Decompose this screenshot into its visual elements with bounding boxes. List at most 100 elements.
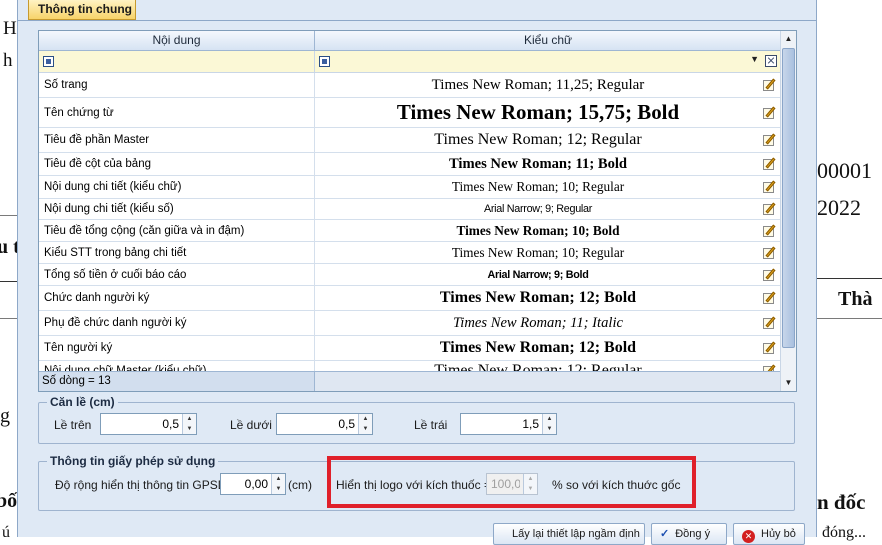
grid-row[interactable]: Nội dung chữ Master (kiểu chữ) Times New …: [39, 361, 781, 371]
grid-row[interactable]: Tiêu đề phần Master Times New Roman; 12; …: [39, 128, 781, 153]
edit-font-icon[interactable]: [763, 133, 778, 147]
status-bar-empty: [315, 372, 781, 391]
reset-defaults-button[interactable]: Lấy lại thiết lập ngầm định: [493, 523, 645, 545]
grid-row[interactable]: Nội dung chi tiết (kiểu chữ) Times New Ro…: [39, 176, 781, 199]
font-sample: Arial Narrow; 9; Bold: [487, 268, 589, 281]
row-font-cell[interactable]: Times New Roman; 11,25; Regular: [315, 73, 781, 97]
grid-status-bar: Số dòng = 13: [39, 371, 781, 391]
edit-font-icon[interactable]: [763, 180, 778, 194]
column-header-content[interactable]: Nội dung: [39, 31, 315, 50]
background-text-bo: bố: [0, 490, 18, 512]
grid-row[interactable]: Chức danh người ký Times New Roman; 12; B…: [39, 286, 781, 311]
edit-font-icon[interactable]: [763, 78, 778, 92]
background-divider: [0, 215, 17, 216]
edit-font-icon[interactable]: [763, 105, 778, 120]
edit-font-icon[interactable]: [763, 223, 778, 238]
edit-font-icon[interactable]: [763, 202, 778, 216]
edit-font-icon[interactable]: [763, 157, 778, 171]
background-text-number: 00001: [817, 158, 872, 183]
spin-down-icon[interactable]: ▼: [272, 484, 285, 494]
scroll-up-icon[interactable]: ▲: [781, 31, 796, 47]
row-font-cell[interactable]: Times New Roman; 10; Bold: [315, 220, 781, 241]
row-font-cell[interactable]: Times New Roman; 11; Bold: [315, 153, 781, 175]
font-sample: Times New Roman; 15,75; Bold: [396, 100, 680, 124]
spin-down-icon[interactable]: ▼: [543, 424, 556, 434]
row-label: Tiêu đề tổng cộng (căn giữa và in đậm): [39, 220, 315, 241]
filter-icon[interactable]: [43, 56, 54, 67]
row-font-cell[interactable]: Times New Roman; 12; Regular: [315, 128, 781, 152]
row-font-cell[interactable]: Times New Roman; 10; Regular: [315, 176, 781, 198]
font-sample: Times New Roman; 12; Regular: [434, 131, 642, 148]
grid-row[interactable]: Tiêu đề tổng cộng (căn giữa và in đậm) Ti…: [39, 220, 781, 242]
bottom-margin-input[interactable]: [277, 414, 359, 434]
edit-font-icon[interactable]: [763, 245, 778, 260]
spin-up-icon[interactable]: ▲: [183, 414, 196, 424]
edit-font-icon[interactable]: [763, 267, 778, 282]
license-group-title: Thông tin giấy phép sử dụng: [47, 454, 219, 468]
row-label: Nội dung chữ Master (kiểu chữ): [39, 361, 315, 371]
spin-up-icon[interactable]: ▲: [359, 414, 372, 424]
grid-row[interactable]: Kiểu STT trong bảng chi tiết Times New Ro…: [39, 242, 781, 264]
grid-row[interactable]: Phụ đề chức danh người ký Times New Roman…: [39, 311, 781, 336]
filter-cell-font[interactable]: ▼: [315, 51, 781, 72]
spin-up-icon[interactable]: ▲: [272, 474, 285, 484]
grid-row[interactable]: Tên chứng từ Times New Roman; 15,75; Bold: [39, 98, 781, 128]
row-font-cell[interactable]: Times New Roman; 12; Regular: [315, 361, 781, 371]
row-label: Chức danh người ký: [39, 286, 315, 310]
font-settings-grid: Nội dung Kiểu chữ ▼ Số trang Times New Ro…: [38, 30, 797, 392]
highlight-box: [327, 456, 696, 508]
row-font-cell[interactable]: Arial Narrow; 9; Bold: [315, 264, 781, 285]
background-text-h: H: [3, 18, 17, 39]
row-label: Tiêu đề cột của bảng: [39, 153, 315, 175]
font-sample: Times New Roman; 10; Regular: [451, 244, 625, 260]
font-sample: Times New Roman; 11; Bold: [448, 155, 628, 172]
row-label: Phụ đề chức danh người ký: [39, 311, 315, 335]
edit-font-icon[interactable]: [763, 291, 778, 305]
left-margin-input[interactable]: [461, 414, 543, 434]
grid-row[interactable]: Tổng số tiền ở cuối báo cáo Arial Narrow;…: [39, 264, 781, 286]
row-label: Kiểu STT trong bảng chi tiết: [39, 242, 315, 263]
license-width-stepper[interactable]: ▲▼: [220, 473, 286, 495]
row-label: Tổng số tiền ở cuối báo cáo: [39, 264, 315, 285]
grid-row[interactable]: Tiêu đề cột của bảng Times New Roman; 11;…: [39, 153, 781, 176]
edit-font-icon[interactable]: [763, 316, 778, 330]
scrollbar-thumb[interactable]: [782, 48, 795, 348]
filter-icon[interactable]: [319, 56, 330, 67]
font-sample: Times New Roman; 12; Regular: [434, 361, 642, 372]
spin-down-icon[interactable]: ▼: [183, 424, 196, 434]
spin-up-icon[interactable]: ▲: [543, 414, 556, 424]
background-divider: [0, 281, 17, 282]
background-text-doc: n đốc: [817, 490, 866, 514]
vertical-scrollbar[interactable]: ▲ ▼: [780, 31, 796, 391]
grid-row[interactable]: Tên người ký Times New Roman; 12; Bold: [39, 336, 781, 361]
edit-font-icon[interactable]: [763, 363, 778, 371]
filter-cell-content[interactable]: [39, 51, 315, 72]
background-text-dong: đóng...: [822, 524, 866, 541]
filter-dropdown-icon[interactable]: ▼: [750, 54, 759, 64]
tab-general-info[interactable]: Thông tin chung: [28, 0, 136, 20]
ok-button[interactable]: ✓ Đồng ý: [651, 523, 727, 545]
background-text-u2: ú: [2, 524, 10, 541]
clear-filter-icon[interactable]: [765, 55, 777, 67]
grid-row[interactable]: Số trang Times New Roman; 11,25; Regular: [39, 73, 781, 98]
column-header-font[interactable]: Kiểu chữ: [315, 31, 781, 50]
grid-row[interactable]: Nội dung chi tiết (kiểu số) Arial Narrow;…: [39, 199, 781, 220]
row-font-cell[interactable]: Arial Narrow; 9; Regular: [315, 199, 781, 219]
background-divider: [817, 278, 882, 279]
cancel-button[interactable]: ✕ Hủy bỏ: [733, 523, 805, 545]
scroll-down-icon[interactable]: ▼: [781, 375, 796, 391]
edit-font-icon[interactable]: [763, 341, 778, 355]
left-margin-stepper[interactable]: ▲▼: [460, 413, 557, 435]
top-margin-input[interactable]: [101, 414, 183, 434]
row-font-cell[interactable]: Times New Roman; 12; Bold: [315, 336, 781, 360]
row-font-cell[interactable]: Times New Roman; 11; Italic: [315, 311, 781, 335]
row-font-cell[interactable]: Times New Roman; 15,75; Bold: [315, 98, 781, 127]
license-width-unit: (cm): [288, 478, 312, 492]
top-margin-stepper[interactable]: ▲▼: [100, 413, 197, 435]
spin-down-icon[interactable]: ▼: [359, 424, 372, 434]
row-font-cell[interactable]: Times New Roman; 10; Regular: [315, 242, 781, 263]
row-font-cell[interactable]: Times New Roman; 12; Bold: [315, 286, 781, 310]
bottom-margin-stepper[interactable]: ▲▼: [276, 413, 373, 435]
background-divider: [817, 318, 882, 319]
license-width-input[interactable]: [221, 474, 272, 494]
